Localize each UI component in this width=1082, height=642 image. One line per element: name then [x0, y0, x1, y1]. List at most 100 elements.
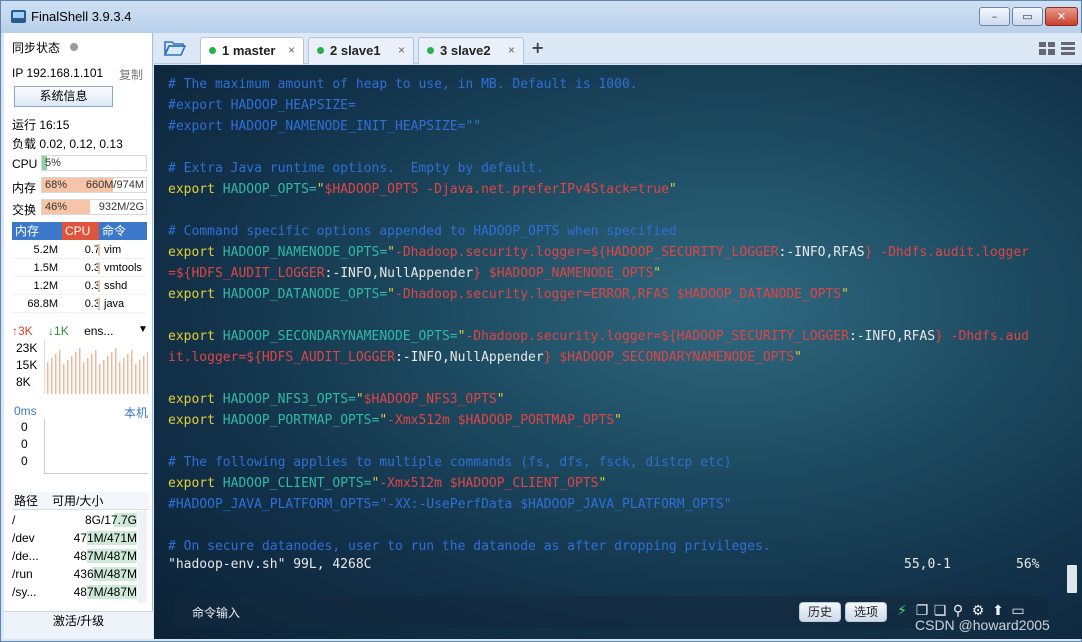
- terminal-text-segment: ": [668, 182, 677, 197]
- terminal-line: # Command specific options appended to H…: [168, 221, 1029, 242]
- terminal-text-segment: ": [794, 350, 802, 365]
- terminal-text-segment: HADOOP_OPTS=: [222, 182, 317, 197]
- system-info-button[interactable]: 系统信息: [14, 86, 113, 107]
- terminal-text-segment: -Dhadoop.security.logger=${HADOOP_SECURI…: [395, 245, 779, 260]
- net-scale-high: 23K: [16, 341, 38, 355]
- chevron-down-icon[interactable]: ▼: [138, 324, 148, 335]
- disk-col-path[interactable]: 路径: [12, 492, 46, 509]
- add-tab-button[interactable]: +: [531, 38, 544, 57]
- folder-open-icon[interactable]: [164, 40, 186, 56]
- disk-row[interactable]: /dev 471M/471M: [12, 529, 138, 547]
- activate-upgrade-button[interactable]: 激活/升级: [4, 611, 153, 639]
- layout-grid-icon[interactable]: [1039, 42, 1055, 55]
- terminal-text-segment: # The maximum amount of heap to use, in …: [168, 77, 638, 92]
- tab-slave1[interactable]: 2 slave1 ×: [308, 37, 414, 64]
- process-row[interactable]: 5.2M 0.7 vim: [12, 241, 147, 259]
- load-average: 负载 0.02, 0.12, 0.13: [12, 137, 123, 151]
- copy-ip-link[interactable]: 复制: [119, 66, 143, 83]
- tab-label: 2 slave1: [330, 43, 381, 58]
- disk-size: 8G/17.7G: [84, 513, 137, 527]
- terminal-text-segment: ": [614, 413, 622, 428]
- tab-close-icon[interactable]: ×: [288, 38, 295, 63]
- traffic-bar: [71, 356, 73, 394]
- disk-scrollbar[interactable]: [138, 511, 147, 603]
- command-input-placeholder[interactable]: 命令输入: [192, 604, 240, 621]
- proc-cpu: 0.3: [84, 298, 100, 310]
- process-row[interactable]: 1.5M 0.3 vmtools: [12, 259, 147, 277]
- disk-size: 436M/487M: [73, 567, 137, 581]
- terminal-text-segment: } -Dhdfs.audit.logger: [864, 245, 1029, 260]
- tab-label: 3 slave2: [440, 43, 491, 58]
- terminal-text-segment: :-INFO,RFAS: [778, 245, 865, 260]
- traffic-bar: [75, 352, 77, 394]
- terminal-text-segment: HADOOP_CLIENT_OPTS=: [222, 476, 372, 491]
- uptime: 运行 16:15: [12, 118, 70, 132]
- network-traffic-bars: [47, 348, 148, 394]
- network-scale: 23K 15K 8K: [16, 340, 37, 391]
- terminal-scrollbar[interactable]: [1067, 565, 1077, 593]
- terminal-text-segment: :-INFO,RFAS: [848, 329, 936, 344]
- process-row[interactable]: 68.8M 0.3 java: [12, 295, 147, 313]
- terminal-text-segment: HADOOP_NAMENODE_OPTS=: [222, 245, 388, 260]
- disk-path: /dev: [12, 531, 35, 545]
- process-row[interactable]: 1.2M 0.3 sshd: [12, 277, 147, 295]
- swap-percent: 46%: [45, 201, 68, 213]
- disk-col-size[interactable]: 可用/大小: [46, 492, 146, 509]
- traffic-bar: [119, 362, 121, 394]
- connected-dot-icon: [427, 47, 434, 54]
- options-button[interactable]: 选项: [845, 602, 887, 622]
- proc-cpu-bar: [98, 280, 100, 292]
- proc-col-cpu[interactable]: CPU: [62, 222, 99, 240]
- traffic-bar: [47, 362, 49, 394]
- terminal-text-segment: ": [653, 266, 662, 281]
- ping-value: 0: [21, 454, 28, 468]
- terminal-text-segment: ": [496, 392, 505, 407]
- traffic-bar: [107, 356, 109, 394]
- maximize-button[interactable]: ▭: [1012, 7, 1043, 26]
- proc-col-cmd[interactable]: 命令: [99, 222, 147, 240]
- proc-col-mem[interactable]: 内存: [12, 222, 62, 240]
- disk-size: 471M/471M: [73, 531, 137, 545]
- disk-row[interactable]: /run 436M/487M: [12, 565, 138, 583]
- disk-row[interactable]: /sy... 487M/487M: [12, 583, 138, 601]
- interface-select[interactable]: ens...: [84, 324, 113, 338]
- process-table: 5.2M 0.7 vim 1.5M 0.3 vmtools 1.2M 0.3 sshd 68…: [12, 241, 147, 313]
- close-button[interactable]: ✕: [1045, 7, 1078, 26]
- terminal-text-segment: -Dhadoop.security.logger=ERROR,RFAS $HAD…: [395, 287, 842, 302]
- traffic-bar: [95, 350, 97, 394]
- terminal-text-segment: # Command specific options appended to H…: [168, 224, 677, 239]
- terminal-view[interactable]: # The maximum amount of heap to use, in …: [154, 65, 1082, 639]
- disk-row[interactable]: /de... 487M/487M: [12, 547, 138, 565]
- app-window: FinalShell 3.9.3.4 – ▭ ✕ 同步状态 IP 192.168…: [0, 0, 1082, 642]
- proc-cpu-bar: [98, 262, 100, 274]
- lightning-icon[interactable]: ⚡: [894, 603, 910, 620]
- terminal-text-segment: ": [355, 392, 364, 407]
- proc-cpu: 0.3: [84, 280, 100, 292]
- vim-scroll-percent: 56%: [1016, 557, 1040, 572]
- tab-master[interactable]: 1 master ×: [200, 37, 304, 64]
- tab-close-icon[interactable]: ×: [508, 38, 515, 63]
- menu-icon[interactable]: [1061, 42, 1075, 55]
- terminal-line: # The maximum amount of heap to use, in …: [168, 74, 1029, 95]
- terminal-text-segment: -Xmx512m $HADOOP_PORTMAP_OPTS: [387, 413, 615, 428]
- cpu-percent: 5%: [45, 157, 61, 169]
- terminal-text-segment: export: [168, 329, 223, 344]
- disk-row[interactable]: / 8G/17.7G: [12, 511, 138, 529]
- terminal-text-segment: HADOOP_SECONDARYNAMENODE_OPTS=: [222, 329, 458, 344]
- proc-cpu-bar: [98, 298, 100, 310]
- swap-meter: 46% 932M/2G: [41, 199, 147, 215]
- tab-slave2[interactable]: 3 slave2 ×: [418, 37, 524, 64]
- history-button[interactable]: 历史: [799, 602, 841, 622]
- terminal-text-segment: ": [379, 413, 388, 428]
- disk-path: /de...: [12, 549, 39, 563]
- net-scale-low: 8K: [16, 375, 31, 389]
- terminal-text-segment: export: [168, 413, 223, 428]
- vim-file-info: "hadoop-env.sh" 99L, 4268C: [168, 557, 372, 572]
- sync-status: 同步状态: [12, 39, 79, 56]
- minimize-button[interactable]: –: [979, 7, 1010, 26]
- terminal-text-segment: export: [168, 245, 223, 260]
- vim-cursor-position: 55,0-1: [904, 557, 951, 572]
- tab-close-icon[interactable]: ×: [398, 38, 405, 63]
